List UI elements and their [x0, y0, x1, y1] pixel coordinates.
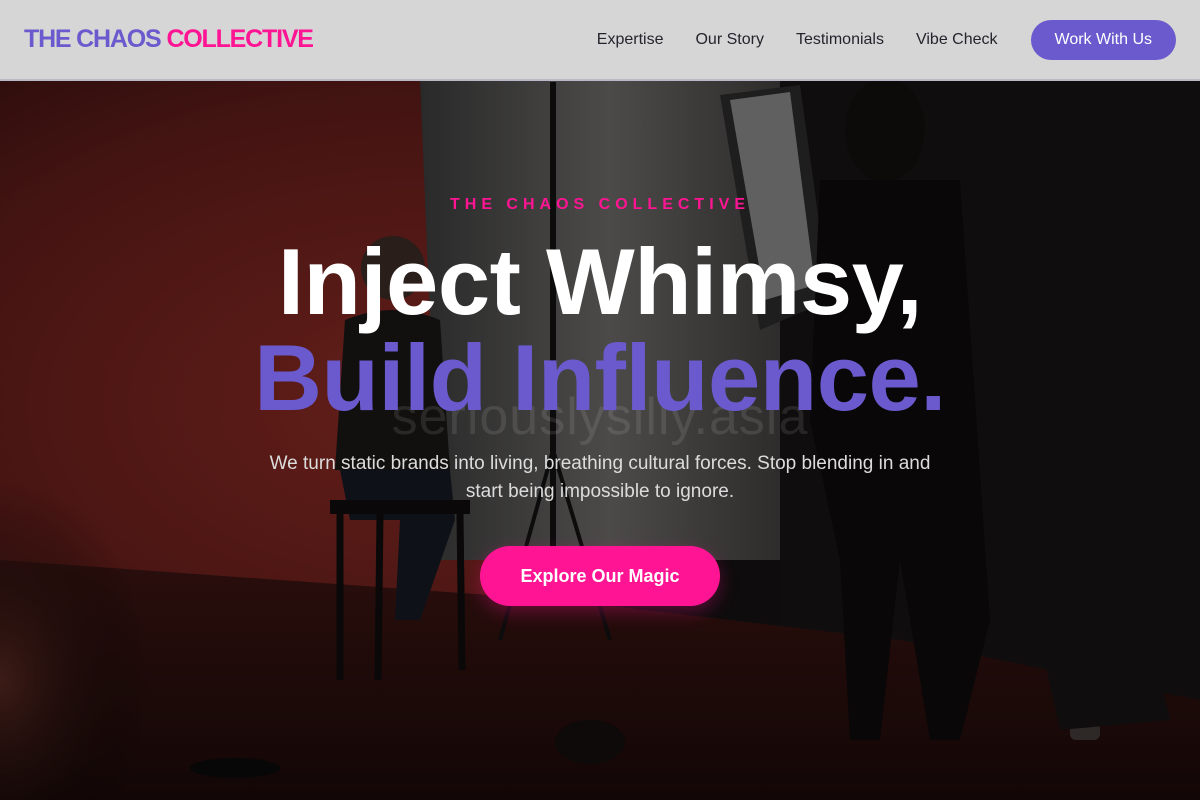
work-with-us-button[interactable]: Work With Us [1030, 19, 1176, 60]
nav-link-testimonials[interactable]: Testimonials [796, 31, 884, 49]
logo-text-part1: THE CHAOS [24, 25, 162, 53]
brand-logo[interactable]: THE CHAOS COLLECTIVE [24, 25, 314, 54]
explore-our-magic-button[interactable]: Explore Our Magic [480, 546, 720, 606]
nav-link-our-story[interactable]: Our Story [695, 31, 763, 49]
nav-link-vibe-check[interactable]: Vibe Check [916, 31, 998, 49]
hero-headline-line2: Build Influence. [254, 325, 946, 430]
top-navbar: THE CHAOS COLLECTIVE Expertise Our Story… [0, 0, 1200, 81]
hero-eyebrow: THE CHAOS COLLECTIVE [449, 196, 750, 213]
hero-subtext: We turn static brands into living, breat… [269, 453, 931, 502]
nav-link-expertise[interactable]: Expertise [597, 31, 664, 49]
nav-links: Expertise Our Story Testimonials Vibe Ch… [597, 31, 998, 49]
logo-text-part2: COLLECTIVE [166, 25, 314, 53]
hero-section: THE CHAOS COLLECTIVE seriouslysilly.asia… [0, 81, 1200, 800]
nav-right-group: Expertise Our Story Testimonials Vibe Ch… [597, 19, 1176, 60]
hero-headline-line1: Inject Whimsy, [277, 229, 923, 334]
